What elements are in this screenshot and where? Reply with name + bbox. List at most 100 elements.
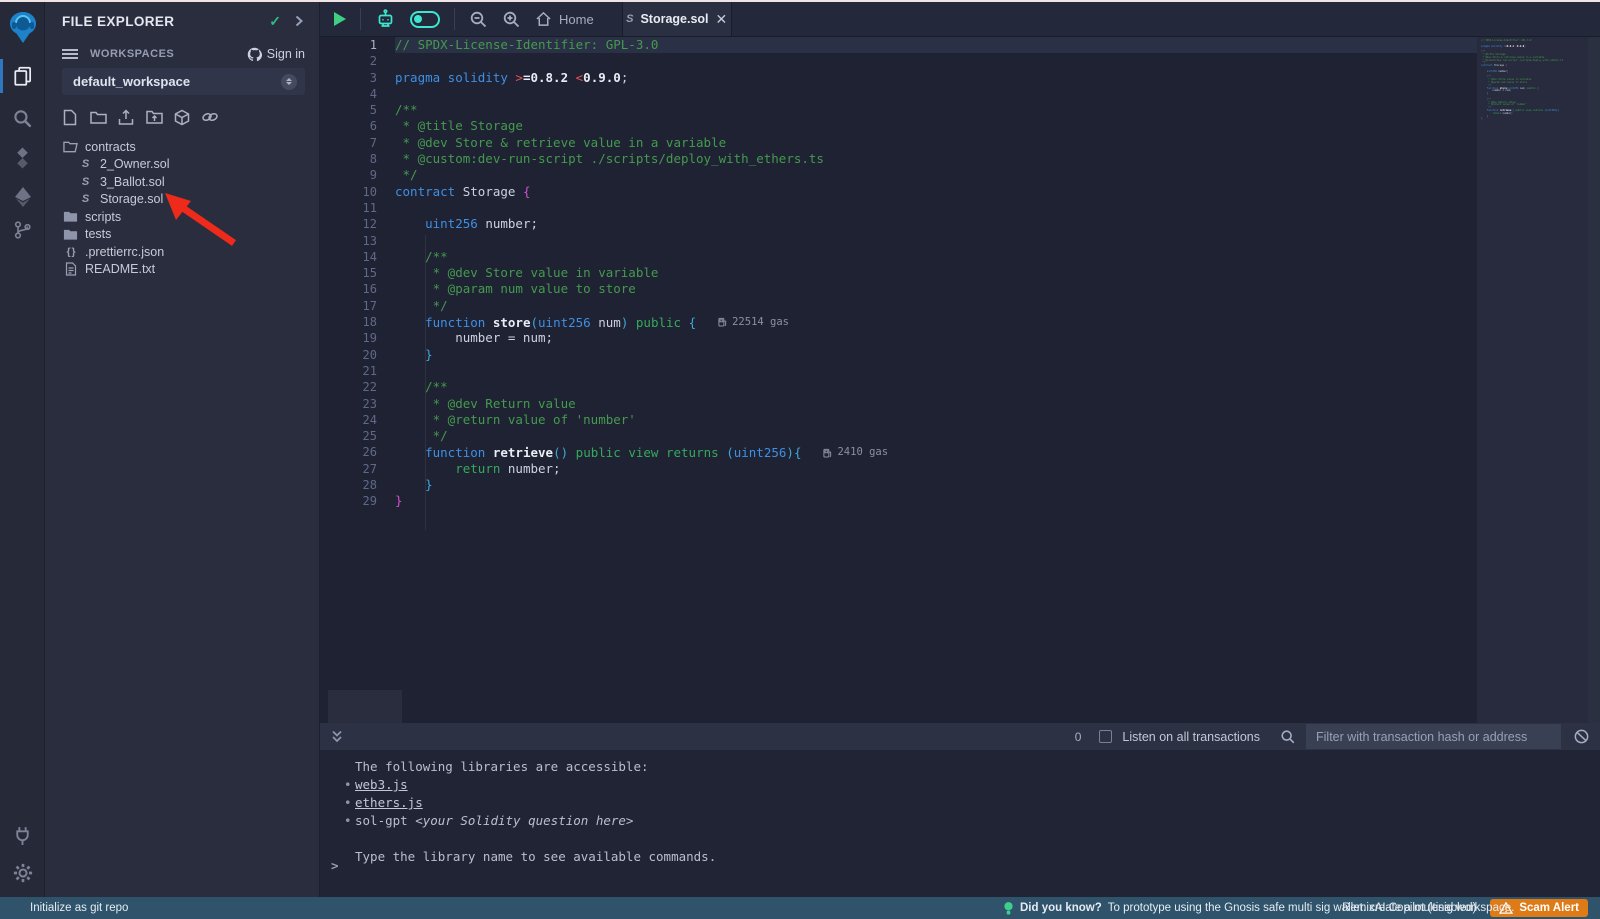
workspaces-menu-icon[interactable] [62,49,78,59]
tree-item-2-owner-sol[interactable]: S2_Owner.sol [45,156,319,174]
line-number: 7 [320,135,377,151]
panel-chevron-right-icon[interactable] [293,14,305,28]
code-line-24[interactable]: 24 * @return value of 'number' [320,412,1600,428]
terminal-link[interactable]: web3.js [355,777,408,792]
code-line-25[interactable]: 25 */ [320,428,1600,444]
code-line-20[interactable]: 20 } [320,347,1600,363]
code-editor[interactable]: 1// SPDX-License-Identifier: GPL-3.023pr… [320,37,1600,723]
run-script-button[interactable] [334,12,346,26]
sidebar-item-plugin-manager[interactable] [0,816,45,854]
did-you-know-tip: Did you know? To prototype using the Gno… [1003,901,1514,916]
tree-item-label: 3_Ballot.sol [100,175,165,189]
sidebar-item-solidity-compiler[interactable] [0,139,45,177]
remix-logo[interactable] [0,6,45,50]
code-line-16[interactable]: 16 * @param num value to store [320,281,1600,297]
code-line-17[interactable]: 17 */ [320,298,1600,314]
terminal-collapse-icon[interactable] [330,729,344,744]
line-number: 8 [320,151,377,167]
code-text: } [395,493,1477,509]
ai-copilot-icon[interactable] [375,9,396,29]
code-line-27[interactable]: 27 return number; [320,461,1600,477]
tree-item-label: 2_Owner.sol [100,157,169,171]
terminal-output[interactable]: The following libraries are accessible: •… [320,750,1600,897]
code-line-4[interactable]: 4 [320,86,1600,102]
cube-icon[interactable] [172,106,192,128]
new-file-icon[interactable] [60,106,80,128]
code-line-7[interactable]: 7 * @dev Store & retrieve value in a var… [320,135,1600,151]
txt-icon [63,262,78,276]
code-line-13[interactable]: 13 [320,233,1600,249]
editor-scrollbar[interactable] [1588,37,1600,723]
code-text: * @param num value to store [395,281,1477,297]
tree-item-readme-txt[interactable]: README.txt [45,261,319,279]
code-text: number = num; [395,330,1477,346]
tip-text: To prototype using the Gnosis safe multi… [1108,902,1515,914]
code-line-19[interactable]: 19 number = num; [320,330,1600,346]
tree-item-storage-sol[interactable]: SStorage.sol [45,191,319,209]
code-line-18[interactable]: 18 function store(uint256 num) public {2… [320,314,1600,330]
tree-item-scripts[interactable]: scripts [45,208,319,226]
code-line-10[interactable]: 10contract Storage { [320,184,1600,200]
sign-in-button[interactable]: Sign in [247,47,305,62]
workspaces-row: WORKSPACES Sign in [45,42,319,66]
code-line-14[interactable]: 14 /** [320,249,1600,265]
terminal-text: The following libraries are accessible: [355,759,649,774]
code-line-26[interactable]: 26 function retrieve() public view retur… [320,444,1600,460]
transaction-filter-input[interactable] [1306,724,1561,749]
status-bar: Initialize as git repo Did you know? To … [0,897,1600,919]
terminal-link[interactable]: ethers.js [355,795,423,810]
status-check-icon: ✓ [269,13,281,30]
listen-transactions-label[interactable]: Listen on all transactions [1122,730,1260,744]
code-line-29[interactable]: 29} [320,493,1600,509]
minimap[interactable]: // SPDX-License-Identifier: GPL-3.0pragm… [1477,37,1588,723]
terminal-prompt[interactable]: > [331,858,339,873]
code-line-2[interactable]: 2 [320,53,1600,69]
code-line-9[interactable]: 9 */ [320,167,1600,183]
terminal-line: •ethers.js [320,794,1600,812]
listen-transactions-checkbox[interactable] [1099,730,1112,743]
code-line-11[interactable]: 11 [320,200,1600,216]
code-line-23[interactable]: 23 * @dev Return value [320,396,1600,412]
tree-item--prettierrc-json[interactable]: { }.prettierrc.json [45,243,319,261]
code-line-12[interactable]: 12 uint256 number; [320,216,1600,232]
terminal-text: <your Solidity question here> [415,813,633,828]
sidebar-item-git[interactable] [0,211,45,249]
workspace-caret-icon [281,74,297,90]
clear-filter-icon[interactable] [1573,728,1590,745]
code-line-6[interactable]: 6 * @title Storage [320,118,1600,134]
zoom-out-icon[interactable] [469,10,488,29]
code-line-3[interactable]: 3pragma solidity >=0.8.2 <0.9.0; [320,70,1600,86]
workspace-select[interactable]: default_workspace [62,68,305,95]
tree-item-tests[interactable]: tests [45,226,319,244]
tab-close-icon[interactable]: ✕ [716,11,728,28]
code-line-28[interactable]: 28 } [320,477,1600,493]
upload-folder-icon[interactable] [144,106,164,128]
zoom-in-icon[interactable] [502,10,521,29]
upload-file-icon[interactable] [116,106,136,128]
tree-item-contracts[interactable]: contracts [45,138,319,156]
code-text: * @dev Store & retrieve value in a varia… [395,135,1477,151]
line-number: 11 [320,200,377,216]
home-button[interactable]: Home [535,11,594,27]
code-line-15[interactable]: 15 * @dev Store value in variable [320,265,1600,281]
sidebar-item-file-explorer[interactable] [0,57,45,95]
line-number: 1 [320,37,377,53]
code-text: * @dev Return value [395,396,1477,412]
sidebar-item-settings[interactable] [0,854,45,892]
link-icon[interactable] [200,106,220,128]
code-line-1[interactable]: 1// SPDX-License-Identifier: GPL-3.0 [320,37,1600,53]
line-number: 29 [320,493,377,509]
code-line-8[interactable]: 8 * @custom:dev-run-script ./scripts/dep… [320,151,1600,167]
tree-item-3-ballot-sol[interactable]: S3_Ballot.sol [45,173,319,191]
code-line-5[interactable]: 5/** [320,102,1600,118]
new-folder-icon[interactable] [88,106,108,128]
code-line-22[interactable]: 22 /** [320,379,1600,395]
sidebar-item-search[interactable] [0,99,45,137]
terminal-text: Type the library name to see available c… [355,849,716,864]
code-line-21[interactable]: 21 [320,363,1600,379]
tab-storage-sol[interactable]: S Storage.sol ✕ [622,2,732,36]
copilot-toggle[interactable] [410,11,440,28]
code-text: */ [395,167,1477,183]
code-text: uint256 number; [395,216,1477,232]
init-git-repo-button[interactable]: Initialize as git repo [0,902,128,914]
